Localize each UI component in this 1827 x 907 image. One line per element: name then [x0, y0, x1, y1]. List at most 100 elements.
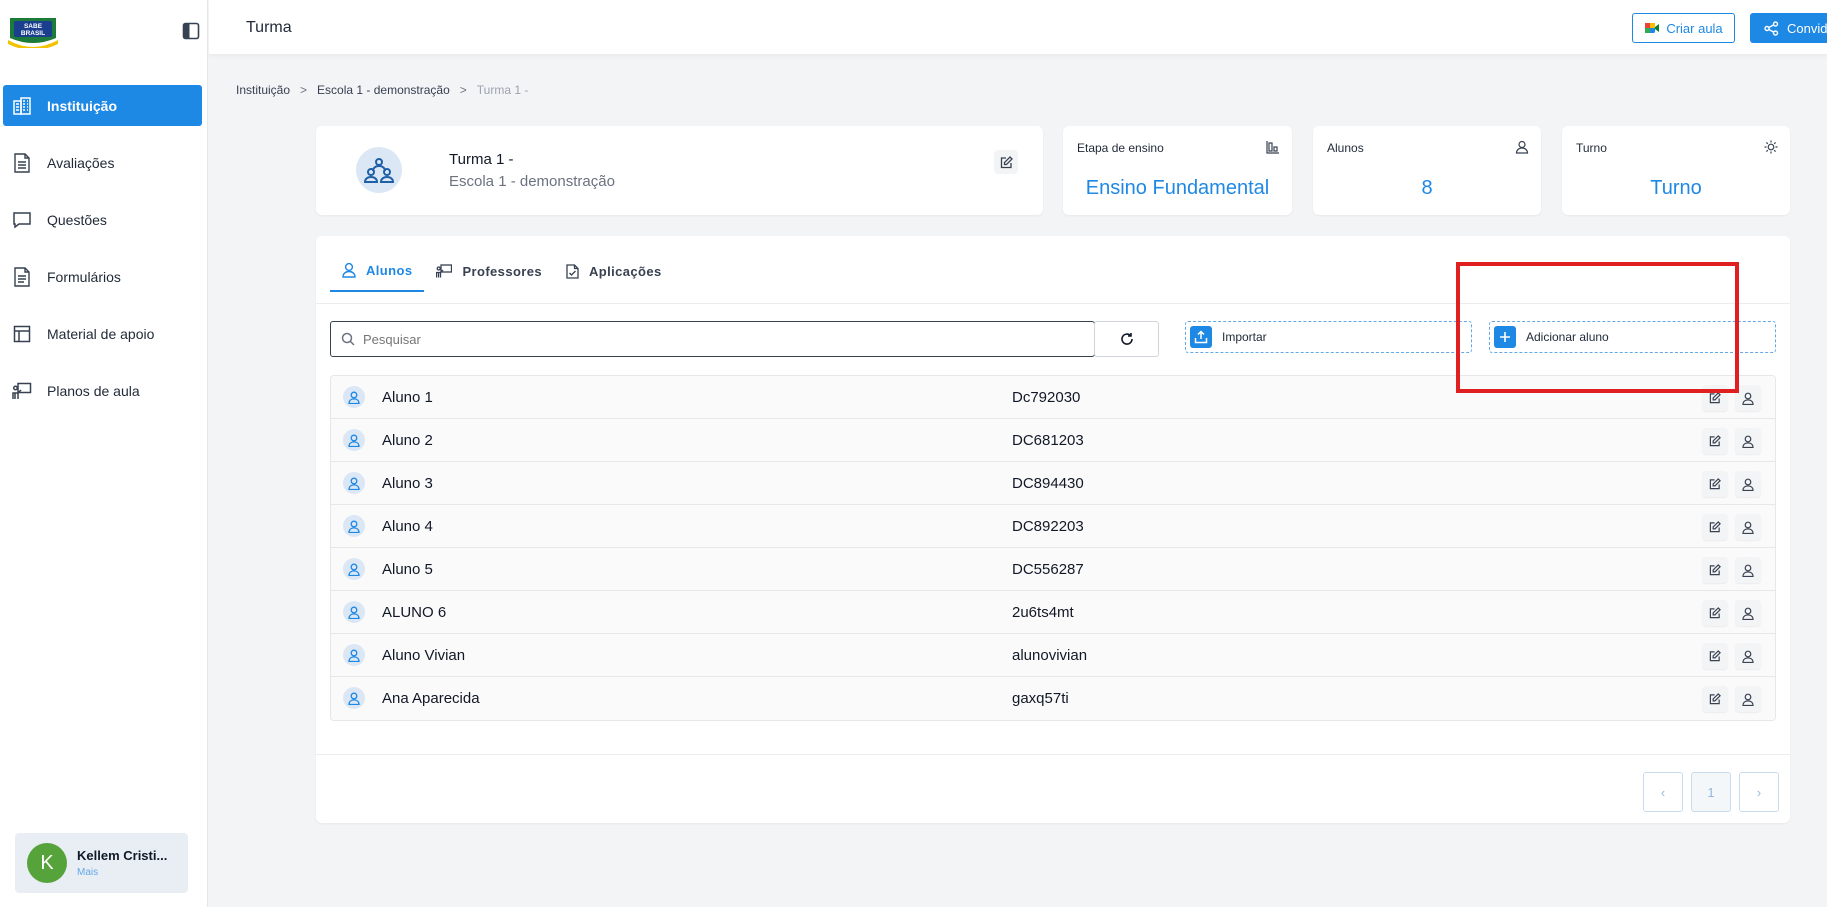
table-row[interactable]: Aluno 2 DC681203 — [331, 419, 1775, 462]
table-row[interactable]: Aluno 5 DC556287 — [331, 548, 1775, 591]
student-code: 2u6ts4mt — [1012, 604, 1074, 621]
table-row[interactable]: Aluno 1 Dc792030 — [331, 376, 1775, 419]
edit-student-button[interactable] — [1702, 643, 1728, 669]
student-avatar-icon — [343, 472, 365, 494]
edit-icon — [1709, 435, 1721, 447]
student-profile-button[interactable] — [1735, 600, 1761, 626]
table-row[interactable]: Aluno 4 DC892203 — [331, 505, 1775, 548]
sidebar-item-label: Instituição — [47, 97, 118, 114]
import-label: Importar — [1222, 330, 1267, 344]
sabe-brasil-logo[interactable]: SABE BRASIL — [6, 14, 60, 50]
sidebar-item-avaliacoes[interactable]: Avaliações — [3, 142, 202, 183]
edit-icon — [1709, 392, 1721, 404]
user-icon — [1742, 521, 1754, 534]
student-profile-button[interactable] — [1735, 428, 1761, 454]
student-profile-button[interactable] — [1735, 643, 1761, 669]
sidebar-item-formularios[interactable]: Formulários — [3, 256, 202, 297]
breadcrumb-instituicao[interactable]: Instituição — [236, 83, 290, 97]
user-icon — [1742, 392, 1754, 405]
user-icon — [1742, 650, 1754, 663]
student-code: DC894430 — [1012, 475, 1084, 492]
refresh-button[interactable] — [1094, 321, 1159, 357]
student-profile-button[interactable] — [1735, 514, 1761, 540]
user-icon — [1515, 140, 1529, 154]
tab-professores[interactable]: Professores — [424, 250, 554, 292]
user-icon — [1742, 478, 1754, 491]
checked-document-icon — [566, 263, 579, 279]
edit-student-button[interactable] — [1702, 686, 1728, 712]
student-name: ALUNO 6 — [382, 604, 447, 621]
breadcrumb-current: Turma 1 - — [476, 83, 529, 97]
student-avatar-icon — [343, 429, 365, 451]
sidebar-item-planos-de-aula[interactable]: Planos de aula — [3, 370, 202, 411]
tab-aplicacoes[interactable]: Aplicações — [554, 250, 674, 292]
convidar-button[interactable]: Convid — [1750, 13, 1827, 43]
student-name: Aluno 4 — [382, 518, 433, 535]
tab-label: Alunos — [366, 262, 413, 278]
edit-icon — [1709, 607, 1721, 619]
user-more-link[interactable]: Mais — [77, 867, 167, 878]
student-name: Aluno Vivian — [382, 647, 466, 664]
sidebar-nav: Instituição Avaliações Questões Formulár… — [3, 85, 202, 427]
avatar: K — [27, 843, 67, 883]
table-row[interactable]: Ana Aparecida gaxq57ti — [331, 677, 1775, 720]
student-code: DC556287 — [1012, 561, 1084, 578]
student-code: DC892203 — [1012, 518, 1084, 535]
sidebar-collapse-icon[interactable] — [182, 22, 200, 40]
import-button[interactable]: Importar — [1185, 321, 1472, 353]
pagination-page-button[interactable]: 1 — [1691, 772, 1731, 812]
pagination-next-button[interactable]: › — [1739, 772, 1779, 812]
edit-student-button[interactable] — [1702, 557, 1728, 583]
breadcrumb: Instituição > Escola 1 - demonstração > … — [236, 83, 528, 97]
user-menu[interactable]: K Kellem Cristi... Mais — [15, 833, 188, 893]
edit-icon — [1709, 521, 1721, 533]
tab-alunos[interactable]: Alunos — [330, 250, 425, 292]
tab-label: Professores — [462, 263, 543, 279]
edit-student-button[interactable] — [1702, 514, 1728, 540]
stat-value: Ensino Fundamental — [1085, 177, 1270, 199]
sidebar-item-material-de-apoio[interactable]: Material de apoio — [3, 313, 202, 354]
user-icon — [1742, 435, 1754, 448]
add-student-button[interactable]: Adicionar aluno — [1489, 321, 1776, 353]
user-name: Kellem Cristi... — [77, 848, 168, 863]
footer-divider — [316, 754, 1790, 755]
table-row[interactable]: ALUNO 6 2u6ts4mt — [331, 591, 1775, 634]
student-profile-button[interactable] — [1735, 686, 1761, 712]
user-icon — [1742, 693, 1754, 706]
breadcrumb-escola[interactable]: Escola 1 - demonstração — [317, 83, 450, 97]
edit-turma-button[interactable] — [994, 150, 1018, 174]
student-name: Aluno 5 — [382, 561, 433, 578]
table-row[interactable]: Aluno 3 DC894430 — [331, 462, 1775, 505]
sidebar-item-label: Formulários — [47, 268, 121, 285]
student-name: Aluno 2 — [382, 432, 433, 449]
page-title: Turma — [246, 19, 292, 36]
student-avatar-icon — [343, 644, 365, 666]
sidebar-item-questoes[interactable]: Questões — [3, 199, 202, 240]
breadcrumb-separator-icon: > — [300, 83, 308, 97]
stat-value: Turno — [1650, 177, 1702, 199]
student-profile-button[interactable] — [1735, 557, 1761, 583]
form-icon — [11, 266, 33, 288]
turno-card: Turno Turno — [1562, 126, 1790, 215]
students-table: Aluno 1 Dc792030 Aluno 2 DC681203 Aluno 3 DC8… — [330, 375, 1776, 721]
student-avatar-icon — [343, 386, 365, 408]
edit-student-button[interactable] — [1702, 600, 1728, 626]
levels-icon — [1266, 141, 1279, 154]
edit-student-button[interactable] — [1702, 428, 1728, 454]
edit-icon — [1709, 650, 1721, 662]
student-avatar-icon — [343, 515, 365, 537]
upload-icon — [1190, 326, 1212, 348]
edit-student-button[interactable] — [1702, 471, 1728, 497]
student-profile-button[interactable] — [1735, 385, 1761, 411]
search-field[interactable] — [330, 321, 1095, 357]
search-input[interactable] — [363, 331, 1063, 347]
pagination-prev-button[interactable]: ‹ — [1643, 772, 1683, 812]
stat-label: Alunos — [1327, 141, 1364, 155]
table-row[interactable]: Aluno Vivian alunovivian — [331, 634, 1775, 677]
edit-student-button[interactable] — [1702, 385, 1728, 411]
alunos-count-card: Alunos 8 — [1313, 126, 1541, 215]
student-profile-button[interactable] — [1735, 471, 1761, 497]
criar-aula-button[interactable]: Criar aula — [1632, 13, 1735, 43]
sidebar-item-instituicao[interactable]: Instituição — [3, 85, 202, 126]
turma-info-card: Turma 1 - Escola 1 - demonstração — [316, 126, 1043, 215]
